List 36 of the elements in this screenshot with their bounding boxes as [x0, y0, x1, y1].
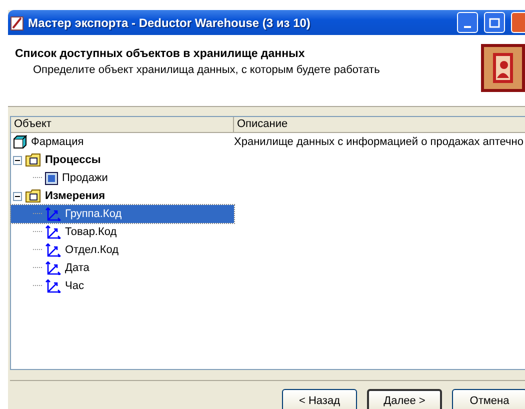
tree-item[interactable]: Отдел.Код [11, 241, 234, 259]
wizard-button[interactable]: Отмена [452, 389, 525, 409]
maximize-icon [489, 18, 500, 28]
tree-item[interactable]: Товар.Код [11, 223, 234, 241]
tree-item[interactable]: Группа.Код [11, 205, 234, 223]
column-header[interactable]: Описание [234, 117, 525, 132]
minimize-icon [464, 26, 471, 28]
wizard-button[interactable]: < Назад [282, 389, 357, 409]
axes-icon [45, 261, 61, 275]
tree-item[interactable]: Процессы [11, 151, 234, 169]
maximize-button[interactable] [484, 12, 505, 33]
axes-icon [45, 225, 61, 239]
axes-icon [45, 243, 61, 257]
tree-item[interactable]: Измерения [11, 187, 234, 205]
wizard-button[interactable]: Далее > [367, 389, 442, 409]
cube-icon [13, 135, 27, 149]
window-title: Мастер экспорта - Deductor Warehouse (3 из 10) [28, 16, 312, 30]
folder-icon [25, 153, 41, 167]
page-subtitle: Определите объект хранилища данных, с которым будете работать [33, 64, 380, 76]
pencil-icon [10, 14, 24, 30]
folder-icon [25, 189, 41, 203]
tree-item[interactable]: Час [11, 277, 234, 295]
tree-item[interactable]: Дата [11, 259, 234, 277]
tree-item[interactable]: Фармация [11, 133, 234, 151]
axes-icon [45, 207, 61, 221]
stamp-icon [481, 44, 525, 92]
close-button[interactable] [511, 12, 525, 33]
tree-item[interactable]: Продажи [11, 169, 234, 187]
table-icon [45, 172, 58, 184]
minimize-button[interactable] [457, 12, 478, 33]
collapse-toggle[interactable] [13, 192, 22, 200]
page-heading: Список доступных объектов в хранилище данных [15, 48, 306, 60]
description-cell: Хранилище данных с информацией о продажах аптечно [234, 136, 524, 148]
column-header[interactable]: Объект [11, 117, 234, 132]
collapse-toggle[interactable] [13, 156, 22, 164]
axes-icon [45, 279, 61, 293]
